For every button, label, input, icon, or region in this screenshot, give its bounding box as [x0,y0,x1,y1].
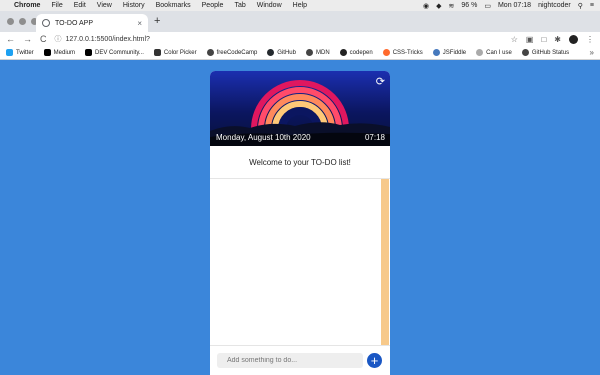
bookmark-twitter[interactable]: Twitter [6,49,34,56]
bookmarks-overflow-button[interactable]: » [590,48,594,57]
extension-icon[interactable]: ▣ [526,35,534,44]
reload-button[interactable]: C [40,34,47,44]
menu-edit[interactable]: Edit [74,2,86,9]
bookmark-label: JSFiddle [442,49,467,56]
info-icon[interactable]: ⓘ [55,34,62,44]
globe-icon [42,19,50,27]
puzzle-icon[interactable]: ✱ [554,35,561,44]
cloud-icon [476,49,484,56]
window-controls [7,18,38,25]
menu-history[interactable]: History [123,2,145,9]
bookmark-label: Color Picker [163,49,197,56]
globe-icon [521,49,529,56]
color-picker-icon [153,49,161,56]
bookmark-label: Medium [53,49,76,56]
bookmark-css-tricks[interactable]: CSS-Tricks [382,49,423,56]
back-button[interactable]: ← [6,34,15,44]
menu-window[interactable]: Window [257,2,282,9]
current-date: Monday, August 10th 2020 [216,133,311,142]
header-banner: ⟳ Monday, August 10th 2020 07:18 [210,71,390,146]
bookmark-label: MDN [315,49,330,56]
bookmark-github-status[interactable]: GitHub Status [521,49,570,56]
bookmark-color-picker[interactable]: Color Picker [153,49,197,56]
minimize-window-button[interactable] [19,18,26,25]
address-bar[interactable]: ⓘ 127.0.0.1:5500/index.html? [55,34,503,44]
menubar-status: ◉ ◆ ≋ 96 % ▭ Mon 07:18 nightcoder ⚲ ≡ [423,2,594,10]
bookmark-label: CSS-Tricks [392,49,423,56]
github-icon [267,49,275,56]
wifi-icon[interactable]: ≋ [449,2,455,10]
todo-list [210,179,381,345]
dropbox-icon[interactable]: ◆ [436,2,441,10]
dev-icon [85,49,93,56]
bookmark-jsfiddle[interactable]: JSFiddle [432,49,467,56]
codepen-icon [339,49,347,56]
extension-icon-2[interactable]: □ [541,35,546,44]
menu-people[interactable]: People [202,2,224,9]
bookmark-label: freeCodeCamp [216,49,258,56]
bookmark-codepen[interactable]: codepen [339,49,373,56]
tab-strip: TO-DO APP × + [0,11,600,32]
bookmarks-bar: Twitter Medium DEV Community... Color Pi… [0,46,600,60]
globe-icon [206,49,214,56]
medium-icon [43,49,51,56]
bookmark-label: GitHub [277,49,296,56]
menu-dots-icon[interactable]: ⋮ [586,35,594,44]
battery-percent[interactable]: 96 % [461,2,477,9]
todo-card: ⟳ Monday, August 10th 2020 07:18 Welcome… [210,71,390,375]
bookmark-label: GitHub Status [531,49,570,56]
page-viewport: ⟳ Monday, August 10th 2020 07:18 Welcome… [0,61,600,375]
bookmark-caniuse[interactable]: Can I use [476,49,512,56]
current-time: 07:18 [364,133,385,142]
profile-avatar[interactable] [569,34,578,44]
bookmark-label: Twitter [16,49,34,56]
spotlight-icon[interactable]: ⚲ [578,2,583,10]
user-name[interactable]: nightcoder [538,2,571,9]
add-todo-bar: + [210,345,390,375]
menu-help[interactable]: Help [293,2,307,9]
add-todo-input[interactable] [217,353,363,368]
list-icon[interactable]: ≡ [590,2,594,9]
record-icon[interactable]: ◉ [423,2,429,10]
bookmark-label: codepen [349,49,373,56]
macos-menubar: Chrome File Edit View History Bookmarks … [0,0,600,11]
bookmark-mdn[interactable]: MDN [305,49,330,56]
list-scrollbar[interactable] [381,179,389,345]
tab-todo-app[interactable]: TO-DO APP × [36,14,148,32]
bookmark-github[interactable]: GitHub [267,49,296,56]
bookmark-star-icon[interactable]: ☆ [511,35,518,44]
css-tricks-icon [382,49,390,56]
close-window-button[interactable] [7,18,14,25]
toolbar-actions: ☆ ▣ □ ✱ ⋮ [511,34,594,44]
menu-chrome[interactable]: Chrome [14,2,40,9]
new-tab-button[interactable]: + [154,15,160,27]
globe-icon [305,49,313,56]
jsfiddle-icon [432,49,440,56]
twitter-icon [6,49,13,56]
close-tab-icon[interactable]: × [137,19,142,28]
browser-toolbar: ← → C ⓘ 127.0.0.1:5500/index.html? ☆ ▣ □… [0,32,600,46]
add-todo-button[interactable]: + [367,353,382,368]
tab-title: TO-DO APP [55,19,93,27]
forward-button[interactable]: → [23,34,32,44]
menu-file[interactable]: File [51,2,62,9]
bookmark-freecodecamp[interactable]: freeCodeCamp [206,49,258,56]
url-text[interactable]: 127.0.0.1:5500/index.html? [66,36,150,43]
menu-view[interactable]: View [97,2,112,9]
bookmark-label: DEV Community... [95,49,144,56]
welcome-message: Welcome to your TO-DO list! [210,146,390,179]
menu-bookmarks[interactable]: Bookmarks [156,2,191,9]
bookmark-dev[interactable]: DEV Community... [85,49,144,56]
bookmark-label: Can I use [486,49,512,56]
clock[interactable]: Mon 07:18 [498,2,531,9]
battery-icon[interactable]: ▭ [484,2,491,10]
refresh-icon[interactable]: ⟳ [376,75,385,88]
bookmark-medium[interactable]: Medium [43,49,76,56]
menu-tab[interactable]: Tab [234,2,245,9]
